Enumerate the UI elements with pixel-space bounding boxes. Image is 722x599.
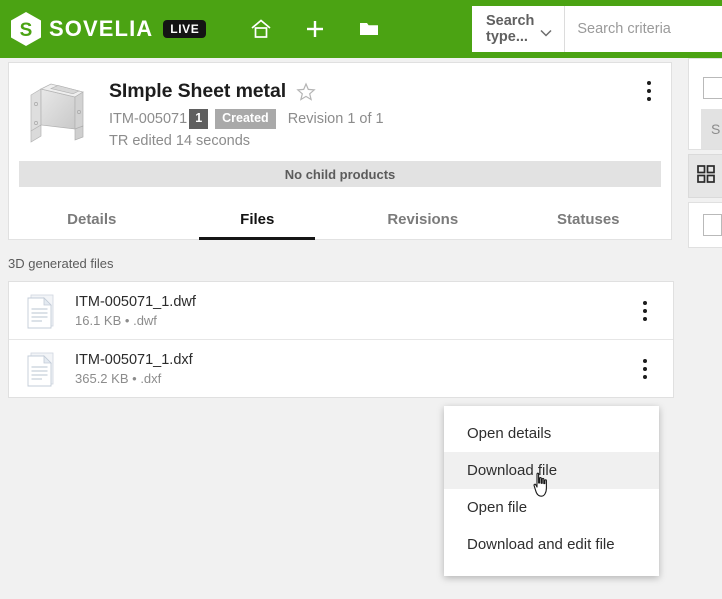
grid-apps-icon — [696, 164, 716, 189]
file-name: ITM-005071_1.dxf — [75, 351, 193, 368]
file-size: 16.1 KB — [75, 312, 122, 328]
context-menu-item-download-and-edit-file[interactable]: Download and edit file — [444, 526, 659, 563]
kebab-dot — [643, 374, 647, 379]
right-panel-button[interactable]: S — [701, 109, 722, 149]
file-kebab-menu-icon[interactable] — [635, 358, 655, 379]
chevron-down-icon — [540, 25, 552, 37]
brand-logo[interactable]: S SOVELIA LIVE — [10, 11, 207, 47]
file-kebab-menu-icon[interactable] — [635, 300, 655, 321]
product-header: SImple Sheet metal ITM-005071 1 Created … — [9, 63, 671, 159]
kebab-dot — [643, 366, 647, 371]
product-info: SImple Sheet metal ITM-005071 1 Created … — [109, 77, 659, 149]
file-list-item[interactable]: ITM-005071_1.dwf 16.1 KB • .dwf — [9, 282, 673, 339]
product-title-row: SImple Sheet metal — [109, 80, 659, 103]
revision-badge: 1 — [189, 109, 209, 129]
search-criteria-input[interactable] — [565, 6, 722, 52]
files-section-heading: 3D generated files — [8, 256, 114, 271]
plus-icon[interactable] — [302, 16, 328, 42]
tab-details[interactable]: Details — [9, 199, 175, 239]
nav-icon-group — [248, 16, 382, 42]
file-meta: 16.1 KB • .dwf — [75, 313, 635, 328]
file-meta-separator: • — [132, 370, 137, 386]
kebab-dot — [647, 97, 651, 101]
search-type-label: Search type... — [486, 13, 535, 45]
kebab-dot — [643, 358, 647, 363]
status-badge: Created — [215, 109, 276, 129]
kebab-dot — [643, 316, 647, 321]
right-panel-card-secondary — [688, 202, 722, 248]
page-title: SImple Sheet metal — [109, 80, 287, 102]
sovelia-hexagon-icon: S — [10, 11, 42, 47]
kebab-dot — [643, 300, 647, 305]
file-text-group: ITM-005071_1.dxf 365.2 KB • .dxf — [75, 352, 635, 386]
file-extension: .dxf — [140, 370, 162, 386]
document-file-icon — [25, 350, 57, 388]
right-panel-checkbox-secondary[interactable] — [703, 214, 722, 236]
product-card: SImple Sheet metal ITM-005071 1 Created … — [8, 62, 672, 241]
file-meta: 365.2 KB • .dxf — [75, 371, 635, 386]
product-thumbnail — [21, 77, 93, 149]
tab-revisions[interactable]: Revisions — [340, 199, 506, 239]
global-search: Search type... — [472, 6, 722, 52]
no-child-products-bar: No child products — [19, 161, 661, 187]
right-panel-checkbox[interactable] — [703, 77, 722, 99]
home-icon[interactable] — [248, 16, 274, 42]
file-size: 365.2 KB — [75, 370, 129, 386]
right-panel-grid-tab[interactable] — [688, 154, 722, 198]
tab-statuses[interactable]: Statuses — [506, 199, 672, 239]
tab-files[interactable]: Files — [175, 199, 341, 240]
app-root: S SOVELIA LIVE Search type... Search cri… — [0, 0, 722, 599]
product-kebab-menu-icon[interactable] — [639, 81, 659, 101]
revision-text: Revision 1 of 1 — [287, 110, 384, 127]
kebab-dot — [643, 308, 647, 313]
context-menu-item-open-details[interactable]: Open details — [444, 415, 659, 452]
file-list: ITM-005071_1.dwf 16.1 KB • .dwf ITM-0050… — [8, 281, 674, 398]
file-extension: .dwf — [133, 312, 157, 328]
context-menu-item-download-file[interactable]: Download file — [444, 452, 659, 489]
star-outline-icon[interactable] — [296, 81, 316, 102]
file-list-item[interactable]: ITM-005071_1.dxf 365.2 KB • .dxf — [9, 339, 673, 397]
top-navigation-bar: S SOVELIA LIVE Search type... Search cri… — [0, 0, 722, 58]
file-context-menu: Open details Download file Open file Dow… — [444, 406, 659, 576]
brand-name: SOVELIA — [49, 16, 154, 41]
kebab-dot — [647, 81, 651, 85]
last-edited-text: TR edited 14 seconds — [109, 132, 251, 149]
file-name: ITM-005071_1.dwf — [75, 293, 196, 310]
tab-bar: Details Files Revisions Statuses — [9, 199, 671, 240]
right-side-panel: S — [684, 58, 722, 599]
right-panel-card: S — [688, 58, 722, 150]
item-code: ITM-005071 — [109, 110, 188, 127]
product-meta-row: ITM-005071 1 Created Revision 1 of 1 — [109, 109, 659, 129]
live-badge: LIVE — [163, 20, 207, 38]
search-type-dropdown[interactable]: Search type... — [472, 6, 566, 52]
file-text-group: ITM-005071_1.dwf 16.1 KB • .dwf — [75, 294, 635, 328]
svg-text:S: S — [20, 20, 33, 41]
context-menu-item-open-file[interactable]: Open file — [444, 489, 659, 526]
kebab-dot — [647, 89, 651, 93]
file-meta-separator: • — [124, 312, 130, 328]
folder-icon[interactable] — [356, 16, 382, 42]
document-file-icon — [25, 292, 57, 330]
